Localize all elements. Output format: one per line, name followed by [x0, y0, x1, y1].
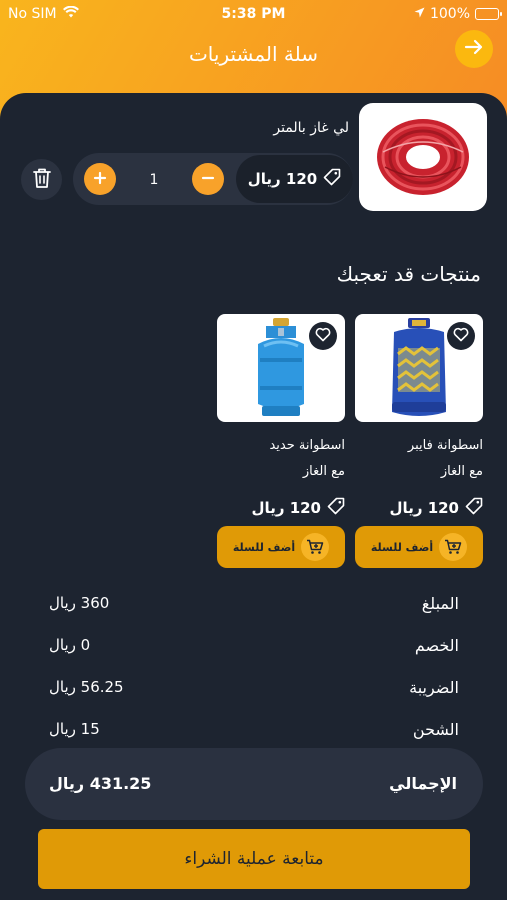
favorite-button[interactable] [309, 322, 337, 350]
product-subtitle: مع الغاز [440, 464, 483, 479]
plus-icon [93, 168, 107, 190]
amount-value: 360 ريال [49, 594, 110, 612]
page-title: سلة المشتريات [188, 42, 319, 66]
red-gas-hose-image [377, 119, 469, 195]
favorite-button[interactable] [447, 322, 475, 350]
product-price-text: 120 ريال [389, 499, 459, 517]
product-price: 120 ريال [252, 497, 345, 519]
back-button[interactable] [455, 30, 493, 68]
discount-value: 0 ريال [49, 636, 91, 654]
price-tag-icon [327, 497, 345, 519]
tax-value: 56.25 ريال [49, 678, 124, 696]
cart-item-price-text: 120 ريال [247, 170, 318, 188]
cart-plus-icon [439, 533, 468, 561]
cart-item-image [359, 103, 487, 211]
tax-label: الضريبة [409, 678, 459, 697]
total-label: الإجمالي [389, 774, 457, 793]
product-card: اسطوانة فايبر مع الغاز 120 ريال أضف للسل… [355, 314, 483, 568]
discount-label: الخصم [414, 636, 459, 655]
checkout-button[interactable]: متابعة عملية الشراء [38, 829, 470, 889]
add-to-cart-button[interactable]: أضف للسلة [355, 526, 483, 568]
battery-percent: 100% [429, 6, 470, 22]
location-arrow-icon [414, 6, 425, 22]
product-image[interactable] [217, 314, 345, 422]
cart-item-name: لي غاز بالمتر [273, 120, 349, 136]
product-subtitle: مع الغاز [302, 464, 345, 479]
suggestions-title: منتجات قد تعجبك [336, 262, 481, 286]
heart-icon [315, 327, 331, 346]
blue-fiber-cylinder-image [392, 318, 446, 416]
price-tag-icon [323, 168, 341, 190]
amount-label: المبلغ [421, 594, 459, 613]
minus-icon [201, 168, 215, 190]
header: سلة المشتريات [0, 28, 507, 84]
add-to-cart-label: أضف للسلة [232, 540, 296, 554]
shipping-label: الشحن [412, 720, 459, 739]
total-value: 431.25 ريال [49, 774, 152, 793]
product-price-text: 120 ريال [251, 499, 321, 517]
add-to-cart-button[interactable]: أضف للسلة [217, 526, 345, 568]
total-row: الإجمالي 431.25 ريال [25, 748, 483, 820]
product-image[interactable] [355, 314, 483, 422]
add-to-cart-label: أضف للسلة [370, 540, 434, 554]
status-bar: No SIM 5:38 PM 100% [0, 0, 507, 28]
battery-icon [475, 8, 502, 20]
arrow-right-icon [464, 38, 484, 60]
price-tag-icon [465, 497, 483, 519]
shipping-value: 15 ريال [49, 720, 100, 738]
delete-item-button[interactable] [21, 159, 62, 200]
increase-quantity-button[interactable] [84, 163, 116, 195]
product-price: 120 ريال [390, 497, 483, 519]
cart-item-price: 120 ريال [236, 155, 353, 203]
heart-icon [453, 327, 469, 346]
cart-plus-icon [301, 533, 330, 561]
trash-icon [32, 167, 52, 193]
product-card: اسطوانة حديد مع الغاز 120 ريال أضف للسلة [217, 314, 345, 568]
decrease-quantity-button[interactable] [192, 163, 224, 195]
product-name: اسطوانة فايبر [407, 438, 483, 453]
product-name: اسطوانة حديد [269, 438, 345, 453]
blue-steel-cylinder-image [258, 318, 304, 416]
status-right: 100% [414, 6, 502, 22]
quantity-value: 1 [149, 172, 159, 188]
